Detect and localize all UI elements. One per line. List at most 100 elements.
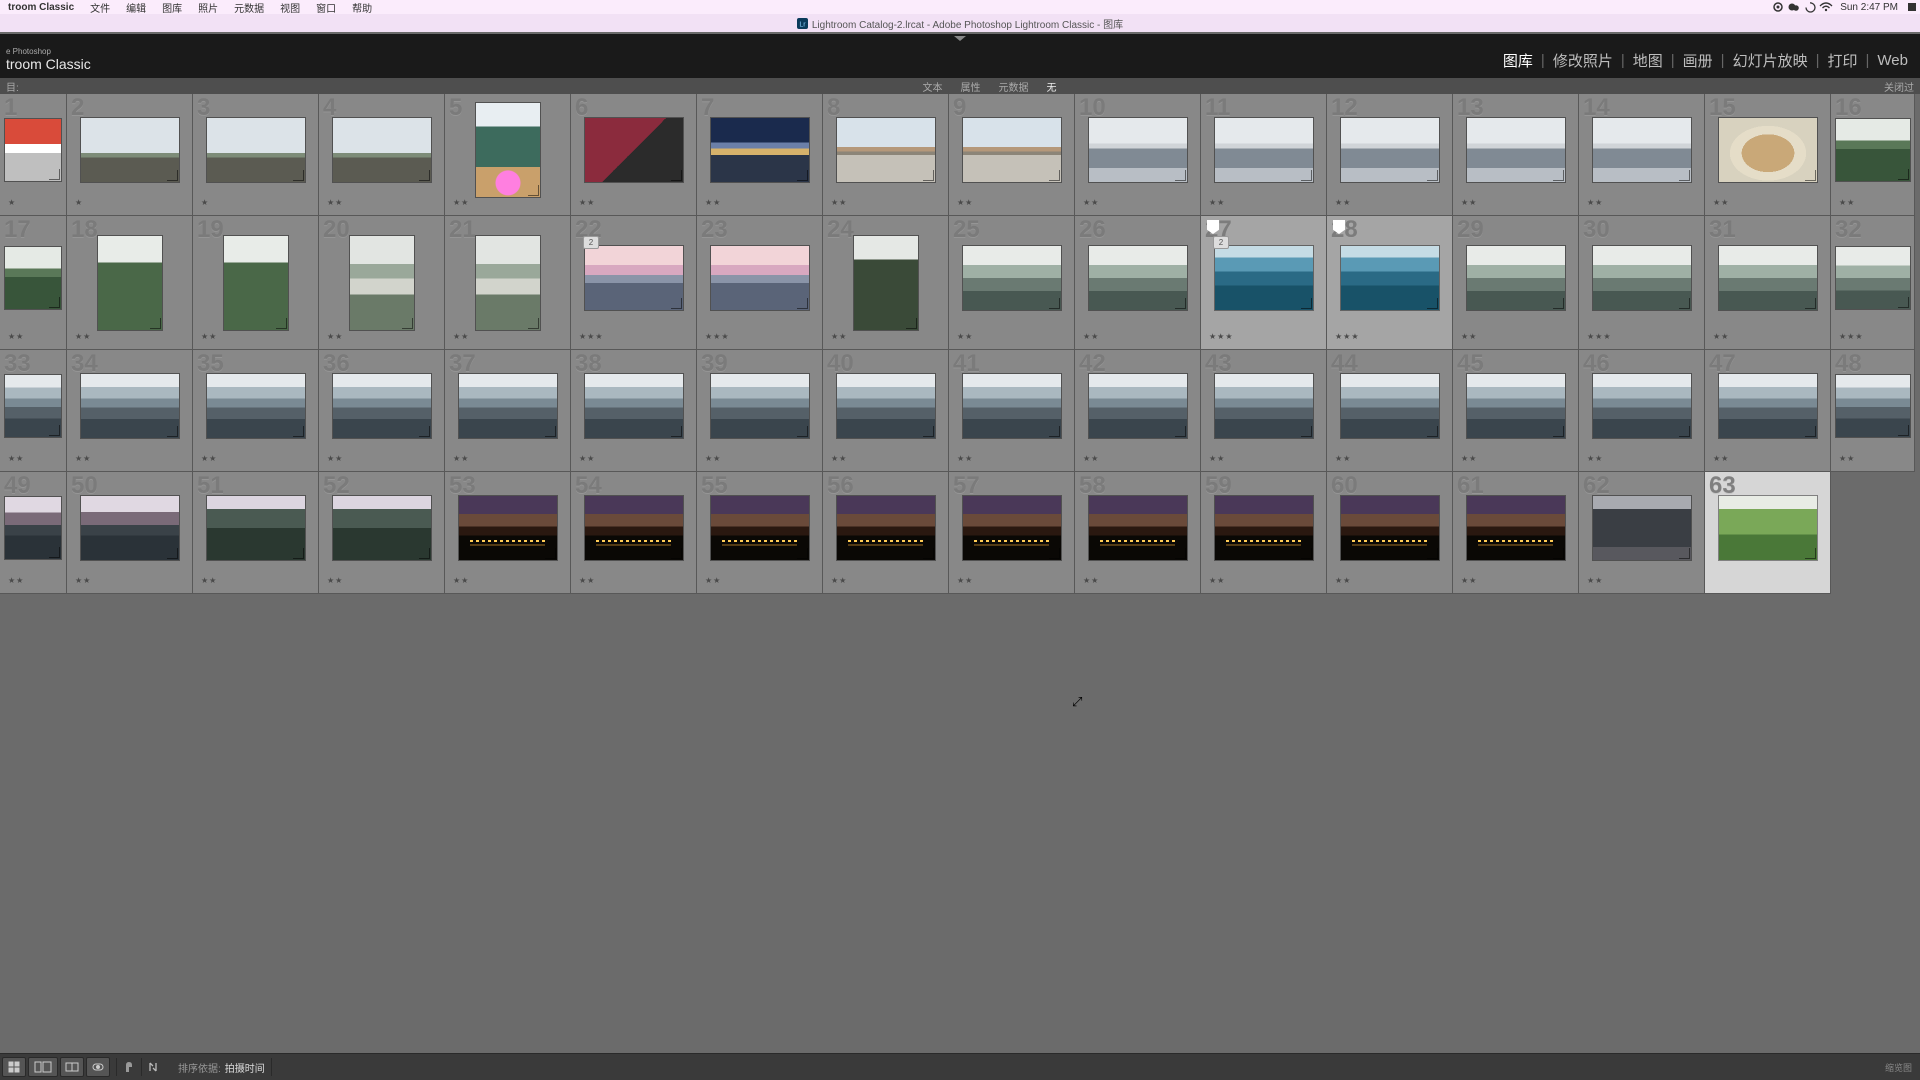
macos-menu-5[interactable]: 视图 — [272, 4, 308, 15]
thumbnail-cell[interactable]: 51★★ — [193, 472, 319, 594]
module-地图[interactable]: 地图 — [1629, 50, 1667, 71]
thumbnail-cell[interactable]: 4★★ — [319, 94, 445, 216]
thumbnail-cell[interactable]: 46★★ — [1579, 350, 1705, 472]
macos-menu-1[interactable]: 编辑 — [118, 4, 154, 15]
thumbnail-image[interactable] — [207, 118, 305, 182]
thumbnail-cell[interactable]: 34★★ — [67, 350, 193, 472]
filter-option-元数据[interactable]: 元数据 — [998, 79, 1028, 94]
rating-stars[interactable]: ★★ — [201, 332, 217, 341]
rating-stars[interactable]: ★★ — [1713, 198, 1729, 207]
thumbnail-image[interactable] — [1719, 118, 1817, 182]
thumbnail-cell[interactable]: 54★★ — [571, 472, 697, 594]
rating-stars[interactable]: ★★ — [705, 198, 721, 207]
rating-stars[interactable]: ★★ — [1083, 576, 1099, 585]
thumbnail-cell[interactable]: 28★★★ — [1327, 216, 1453, 350]
rating-stars[interactable]: ★★★ — [705, 332, 730, 341]
thumbnail-image[interactable] — [963, 374, 1061, 438]
thumbnail-image[interactable] — [459, 496, 557, 560]
rating-stars[interactable]: ★★ — [453, 198, 469, 207]
wechat-icon[interactable] — [1786, 0, 1802, 14]
stack-badge[interactable]: 2 — [583, 236, 599, 249]
thumbnail-image[interactable] — [854, 236, 918, 330]
rating-stars[interactable]: ★★ — [579, 454, 595, 463]
rating-stars[interactable]: ★★ — [1839, 198, 1855, 207]
sync-icon[interactable] — [1802, 0, 1818, 14]
thumbnail-grid[interactable]: 1★2★3★4★★5★★6★★7★★8★★9★★10★★11★★12★★13★★… — [0, 94, 1920, 1054]
thumbnail-cell[interactable]: 30★★★ — [1579, 216, 1705, 350]
thumbnail-image[interactable] — [963, 246, 1061, 310]
thumbnail-image[interactable] — [98, 236, 162, 330]
loupe-view-button[interactable] — [28, 1057, 58, 1077]
thumbnail-cell[interactable]: 60★★ — [1327, 472, 1453, 594]
rating-stars[interactable]: ★★ — [1587, 576, 1603, 585]
rating-stars[interactable]: ★★ — [75, 454, 91, 463]
thumbnail-cell[interactable]: 13★★ — [1453, 94, 1579, 216]
thumbnail-cell[interactable]: 26★★ — [1075, 216, 1201, 350]
thumbnail-image[interactable] — [459, 374, 557, 438]
rating-stars[interactable]: ★★ — [1461, 454, 1477, 463]
thumbnail-cell[interactable]: 9★★ — [949, 94, 1075, 216]
rating-stars[interactable]: ★★ — [957, 332, 973, 341]
thumbnail-image[interactable] — [711, 374, 809, 438]
rating-stars[interactable]: ★★ — [75, 576, 91, 585]
rating-stars[interactable]: ★★ — [831, 332, 847, 341]
thumbnail-image[interactable] — [963, 496, 1061, 560]
rating-stars[interactable]: ★★★ — [1209, 332, 1234, 341]
thumbnail-image[interactable] — [1341, 374, 1439, 438]
thumbnail-cell[interactable]: 42★★ — [1075, 350, 1201, 472]
thumbnail-cell[interactable]: 20★★ — [319, 216, 445, 350]
thumbnail-image[interactable] — [207, 374, 305, 438]
thumbnail-cell[interactable]: 43★★ — [1201, 350, 1327, 472]
thumbnail-image[interactable] — [81, 496, 179, 560]
thumbnail-cell[interactable]: 2★ — [67, 94, 193, 216]
thumbnail-image[interactable] — [5, 247, 61, 309]
thumbnail-image[interactable] — [333, 374, 431, 438]
thumbnail-cell[interactable]: 41★★ — [949, 350, 1075, 472]
thumbnail-image[interactable] — [585, 374, 683, 438]
thumbnail-cell[interactable]: 24★★ — [823, 216, 949, 350]
thumbnail-image[interactable] — [1467, 246, 1565, 310]
stack-badge[interactable]: 2 — [1213, 236, 1229, 249]
thumbnail-cell[interactable]: 8★★ — [823, 94, 949, 216]
thumbnail-image[interactable] — [207, 496, 305, 560]
painter-tool[interactable] — [123, 1060, 135, 1074]
thumbnail-cell[interactable]: 18★★ — [67, 216, 193, 350]
thumbnail-cell[interactable]: 39★★ — [697, 350, 823, 472]
thumbnail-cell[interactable]: 7★★ — [697, 94, 823, 216]
thumbnail-image[interactable] — [1089, 118, 1187, 182]
thumbnail-cell[interactable]: 58★★ — [1075, 472, 1201, 594]
thumbnail-image[interactable] — [1836, 375, 1910, 437]
thumbnail-image[interactable] — [963, 118, 1061, 182]
thumbnail-image[interactable] — [1089, 374, 1187, 438]
rating-stars[interactable]: ★★ — [1335, 454, 1351, 463]
rating-stars[interactable]: ★★ — [8, 332, 24, 341]
thumbnail-image[interactable] — [1593, 496, 1691, 560]
module-幻灯片放映[interactable]: 幻灯片放映 — [1729, 50, 1812, 71]
thumbnail-cell[interactable]: 222★★★ — [571, 216, 697, 350]
thumbnail-cell[interactable]: 55★★ — [697, 472, 823, 594]
thumbnail-image[interactable] — [5, 375, 61, 437]
filter-option-文本[interactable]: 文本 — [922, 79, 942, 94]
thumbnail-image[interactable] — [711, 496, 809, 560]
rating-stars[interactable]: ★★ — [1461, 198, 1477, 207]
thumbnail-image[interactable] — [1215, 496, 1313, 560]
thumbnail-image[interactable] — [585, 496, 683, 560]
thumbnail-image[interactable] — [224, 236, 288, 330]
thumbnail-image[interactable] — [1467, 374, 1565, 438]
rating-stars[interactable]: ★★ — [831, 198, 847, 207]
rating-stars[interactable]: ★★ — [327, 454, 343, 463]
thumbnail-cell[interactable]: 56★★ — [823, 472, 949, 594]
thumbnail-image[interactable] — [711, 246, 809, 310]
thumbnail-image[interactable] — [5, 497, 61, 559]
thumbnail-cell[interactable]: 38★★ — [571, 350, 697, 472]
thumbnail-cell[interactable]: 16★★ — [1831, 94, 1915, 216]
macos-menu-4[interactable]: 元数据 — [226, 4, 272, 15]
thumbnail-cell[interactable]: 40★★ — [823, 350, 949, 472]
rating-stars[interactable]: ★★★ — [1587, 332, 1612, 341]
rating-stars[interactable]: ★★ — [831, 454, 847, 463]
thumbnail-cell[interactable]: 53★★ — [445, 472, 571, 594]
rating-stars[interactable]: ★★ — [1839, 454, 1855, 463]
macos-menu-6[interactable]: 窗口 — [308, 4, 344, 15]
thumbnail-image[interactable] — [1341, 118, 1439, 182]
thumbnail-image[interactable] — [1089, 246, 1187, 310]
